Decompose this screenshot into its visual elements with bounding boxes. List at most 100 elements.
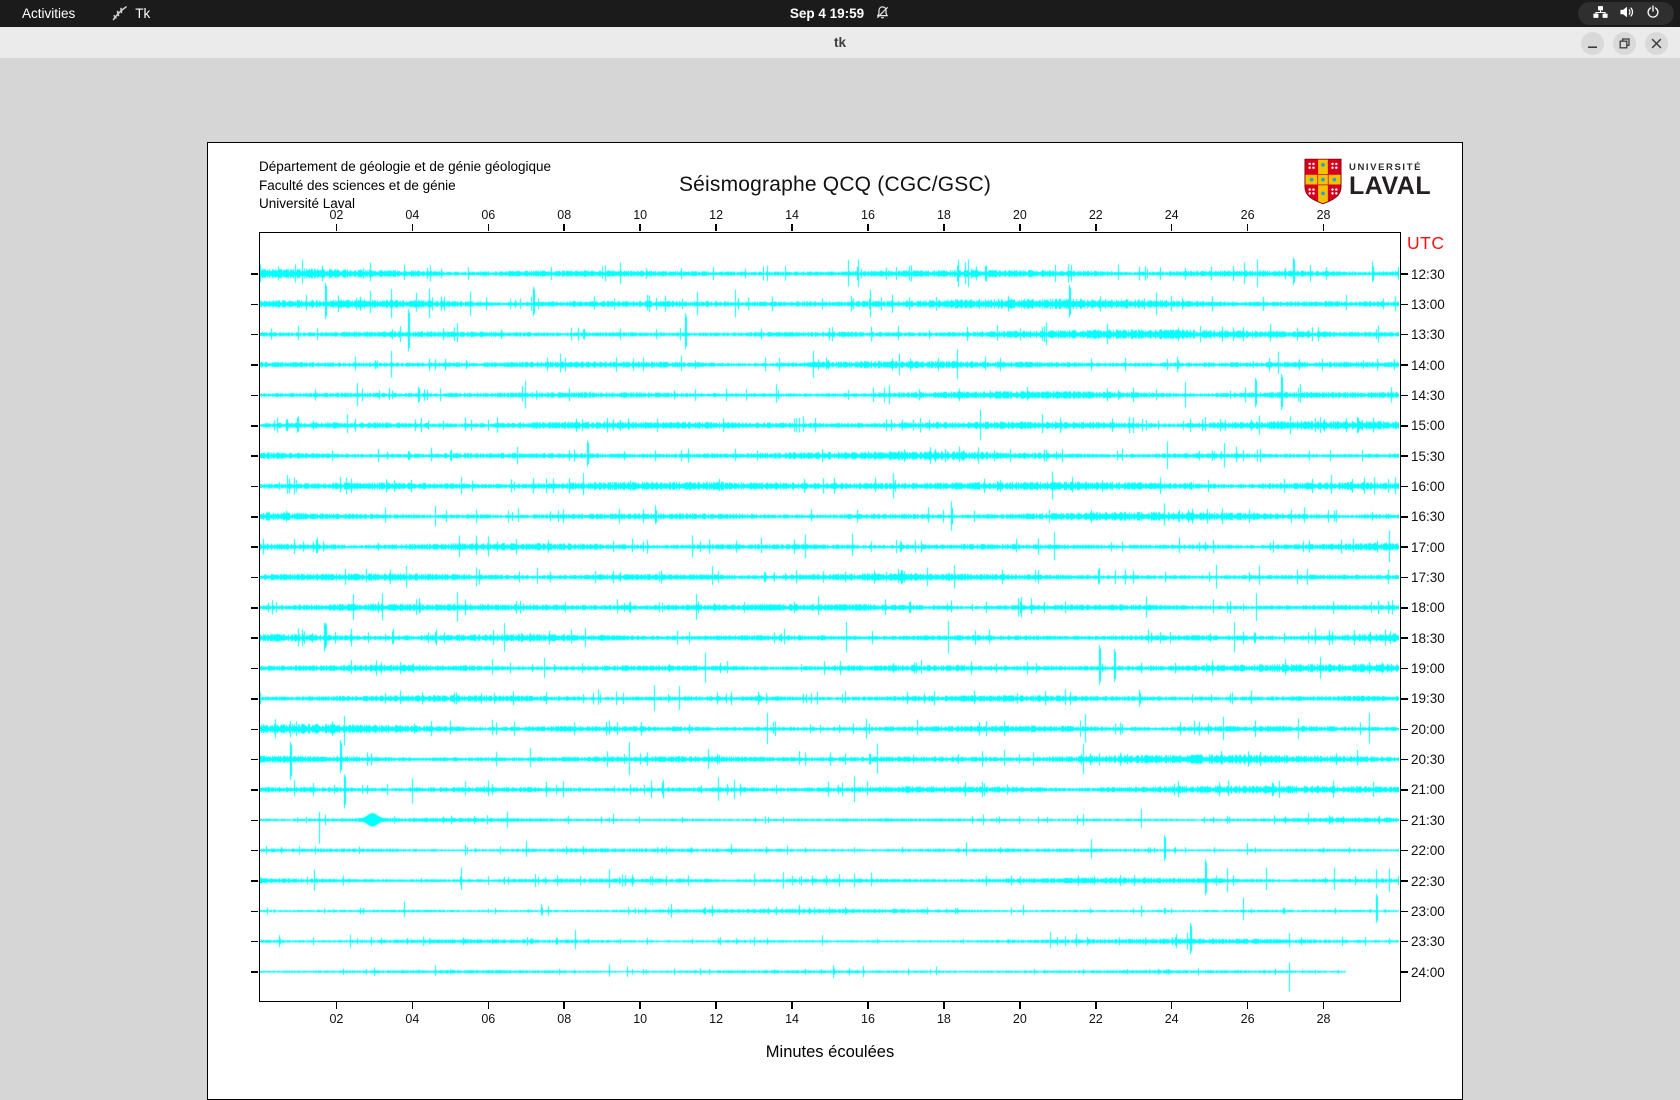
row-tick-left (251, 758, 258, 761)
x-tick-bottom (1019, 1002, 1021, 1009)
x-tick-bottom (563, 1002, 565, 1009)
utc-time-label: 16:30 (1411, 509, 1445, 525)
row-tick-left (251, 576, 258, 579)
x-tick-label-bottom: 28 (1316, 1012, 1331, 1026)
row-tick-right (1401, 425, 1408, 427)
x-tick-label-top: 26 (1240, 208, 1255, 222)
utc-time-label: 12:30 (1411, 266, 1445, 282)
row-tick-left (251, 455, 258, 457)
tk-window-body: Département de géologie et de génie géol… (0, 58, 1680, 1100)
utc-time-label: 13:00 (1411, 296, 1445, 312)
seismograph-canvas-panel: Département de géologie et de génie géol… (207, 142, 1463, 1100)
laval-wordmark: UNIVERSITÉ LAVAL (1349, 162, 1431, 199)
x-tick-top (335, 224, 338, 231)
x-tick-top (715, 224, 717, 231)
utc-time-label: 20:00 (1411, 721, 1445, 737)
x-tick-bottom (1246, 1002, 1249, 1009)
row-tick-left (251, 667, 258, 670)
row-tick-left (251, 516, 258, 518)
row-tick-right (1401, 394, 1408, 397)
row-tick-left (251, 849, 258, 852)
x-tick-top (1019, 224, 1021, 231)
row-tick-left (251, 728, 258, 730)
row-tick-left (251, 394, 258, 397)
x-tick-label-bottom: 16 (861, 1012, 875, 1026)
x-tick-bottom (867, 1002, 869, 1009)
gnome-top-bar: Activities Tk Sep 4 19:59 (0, 0, 1680, 27)
utc-time-label: 22:00 (1411, 843, 1445, 859)
x-axis-title: Minutes écoulées (765, 1043, 895, 1061)
x-tick-label-top: 16 (861, 208, 875, 222)
utc-time-label: 15:00 (1411, 418, 1445, 434)
row-tick-left (251, 880, 258, 882)
x-tick-top (791, 224, 793, 231)
app-menu-tk[interactable]: Tk (111, 5, 150, 22)
system-tray[interactable] (1578, 2, 1674, 25)
trace-canvas (260, 233, 1399, 1000)
row-tick-left (251, 789, 258, 791)
utc-time-label: 20:30 (1411, 752, 1445, 768)
x-tick-bottom (1322, 1002, 1325, 1009)
chart-title: Séismographe QCQ (CGC/GSC) (678, 173, 992, 196)
x-tick-label-top: 14 (785, 208, 799, 222)
row-tick-left (251, 303, 258, 306)
x-tick-label-top: 12 (709, 208, 724, 222)
row-tick-left (251, 940, 258, 943)
utc-time-label: 21:30 (1411, 812, 1445, 828)
x-tick-top (411, 224, 414, 231)
x-tick-label-bottom: 20 (1012, 1012, 1027, 1026)
x-tick-label-bottom: 06 (481, 1012, 496, 1026)
laval-crest-icon (1304, 158, 1342, 210)
close-icon (1651, 38, 1662, 49)
row-tick-right (1401, 455, 1408, 457)
x-tick-label-top: 04 (405, 208, 420, 222)
row-tick-right (1401, 333, 1408, 336)
row-tick-left (251, 333, 258, 336)
row-tick-left (251, 910, 258, 913)
volume-icon (1619, 5, 1635, 22)
x-tick-label-top: 06 (481, 208, 496, 222)
row-tick-right (1401, 364, 1408, 366)
restore-icon (1619, 38, 1630, 49)
row-tick-right (1401, 667, 1408, 670)
row-tick-right (1401, 303, 1408, 306)
row-tick-right (1401, 940, 1408, 943)
utc-time-label: 18:00 (1411, 600, 1445, 616)
utc-time-label: 16:00 (1411, 478, 1445, 494)
row-tick-right (1401, 849, 1408, 852)
minimize-button[interactable] (1581, 32, 1604, 55)
x-tick-label-top: 08 (557, 208, 572, 222)
restore-button[interactable] (1613, 32, 1636, 55)
x-tick-label-bottom: 08 (557, 1012, 572, 1026)
row-tick-right (1401, 698, 1408, 700)
x-tick-label-top: 02 (329, 208, 344, 222)
utc-time-label: 14:30 (1411, 387, 1445, 403)
x-tick-label-bottom: 02 (329, 1012, 344, 1026)
x-tick-bottom (943, 1002, 945, 1009)
x-tick-top (563, 224, 565, 231)
row-tick-right (1401, 910, 1408, 913)
logo-laval-text: LAVAL (1349, 172, 1432, 200)
window-controls (1581, 32, 1668, 55)
x-tick-label-bottom: 18 (936, 1012, 951, 1026)
x-tick-label-top: 24 (1164, 208, 1179, 222)
universite-laval-logo: UNIVERSITÉ LAVAL (1304, 158, 1431, 210)
x-tick-label-bottom: 10 (633, 1012, 648, 1026)
x-tick-label-bottom: 26 (1240, 1012, 1255, 1026)
activities-button[interactable]: Activities (14, 4, 83, 23)
row-tick-left (251, 819, 258, 822)
plot-box (259, 232, 1401, 1002)
clock-text: Sep 4 19:59 (789, 6, 865, 21)
row-tick-right (1401, 728, 1408, 730)
network-icon (1592, 5, 1608, 22)
row-tick-left (251, 425, 258, 427)
x-tick-label-top: 22 (1088, 208, 1103, 222)
utc-time-label: 21:00 (1411, 782, 1445, 798)
close-button[interactable] (1645, 32, 1668, 55)
x-tick-label-bottom: 04 (405, 1012, 420, 1026)
x-tick-label-bottom: 22 (1088, 1012, 1103, 1026)
clock-menu[interactable]: Sep 4 19:59 (0, 0, 1680, 27)
tk-feather-icon (111, 5, 128, 22)
utc-time-label: 24:00 (1411, 964, 1445, 980)
row-tick-right (1401, 880, 1408, 882)
